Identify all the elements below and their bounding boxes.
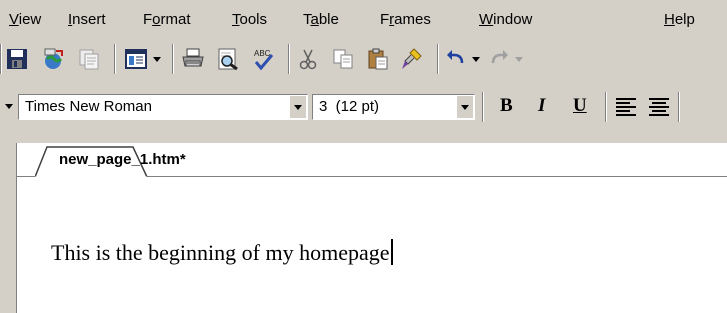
- font-size-combo[interactable]: 3 (12 pt): [312, 94, 475, 120]
- underline-button[interactable]: U: [573, 95, 587, 117]
- font-name-value: Times New Roman: [25, 98, 152, 115]
- chevron-down-icon: [461, 105, 469, 110]
- editor-area: new_page_1.htm* This is the beginning of…: [0, 143, 727, 313]
- menu-tools[interactable]: Tools: [232, 11, 267, 28]
- text-caret: [390, 239, 393, 265]
- undo-icon[interactable]: [444, 47, 468, 71]
- toolbar-separator: [288, 44, 290, 74]
- toolbar-separator: [437, 44, 439, 74]
- align-left-icon[interactable]: [614, 95, 638, 119]
- toolbar-separator: [0, 44, 2, 74]
- formatting-toolbar: Times New Roman 3 (12 pt) B I U: [0, 86, 727, 127]
- toolbar-separator: [605, 92, 607, 122]
- toolbar-separator: [482, 92, 484, 122]
- editor-frame: new_page_1.htm* This is the beginning of…: [16, 143, 727, 313]
- toolbar-separator: [114, 44, 116, 74]
- format-painter-icon[interactable]: [400, 47, 424, 71]
- print-preview-icon[interactable]: [216, 47, 240, 71]
- paste-icon[interactable]: [366, 47, 390, 71]
- tab-label: new_page_1.htm*: [59, 151, 186, 168]
- font-size-dropdown-button[interactable]: [457, 96, 473, 118]
- redo-dropdown-chevron-icon[interactable]: [515, 57, 523, 62]
- document-text: This is the beginning of my homepage: [51, 240, 390, 265]
- italic-button[interactable]: I: [538, 95, 545, 117]
- undo-dropdown-chevron-icon[interactable]: [472, 57, 480, 62]
- menu-view[interactable]: View: [9, 11, 41, 28]
- style-dropdown-chevron-icon[interactable]: [5, 104, 13, 109]
- font-name-combo[interactable]: Times New Roman: [18, 94, 308, 120]
- menu-format[interactable]: Format: [143, 11, 191, 28]
- save-icon[interactable]: [5, 47, 29, 71]
- menu-bar: View Insert Format Tools Table Frames Wi…: [0, 0, 727, 38]
- cut-icon[interactable]: [296, 47, 320, 71]
- publish-icon[interactable]: [41, 47, 65, 71]
- svg-text:ABC: ABC: [254, 49, 271, 58]
- chevron-down-icon: [294, 105, 302, 110]
- align-center-icon[interactable]: [647, 95, 671, 119]
- font-name-dropdown-button[interactable]: [290, 96, 306, 118]
- toolbar-separator: [172, 44, 174, 74]
- tab-new-page-1[interactable]: new_page_1.htm*: [35, 140, 186, 176]
- menu-insert[interactable]: Insert: [68, 11, 106, 28]
- print-icon[interactable]: [181, 47, 205, 71]
- folder-list-icon[interactable]: [124, 47, 148, 71]
- menu-table[interactable]: Table: [303, 11, 339, 28]
- preview-in-browser-icon[interactable]: [77, 47, 101, 71]
- font-size-value: 3 (12 pt): [319, 98, 380, 115]
- toolbar-separator: [678, 92, 680, 122]
- copy-icon[interactable]: [331, 47, 355, 71]
- spelling-icon[interactable]: ABC: [251, 47, 275, 71]
- menu-help[interactable]: Help: [664, 11, 695, 28]
- bold-button[interactable]: B: [500, 95, 513, 117]
- menu-frames[interactable]: Frames: [380, 11, 431, 28]
- document-body[interactable]: This is the beginning of my homepage: [51, 239, 393, 266]
- menu-window[interactable]: Window: [479, 11, 532, 28]
- redo-icon[interactable]: [487, 47, 511, 71]
- standard-toolbar: ABC: [0, 40, 727, 78]
- chevron-down-icon[interactable]: [153, 57, 161, 62]
